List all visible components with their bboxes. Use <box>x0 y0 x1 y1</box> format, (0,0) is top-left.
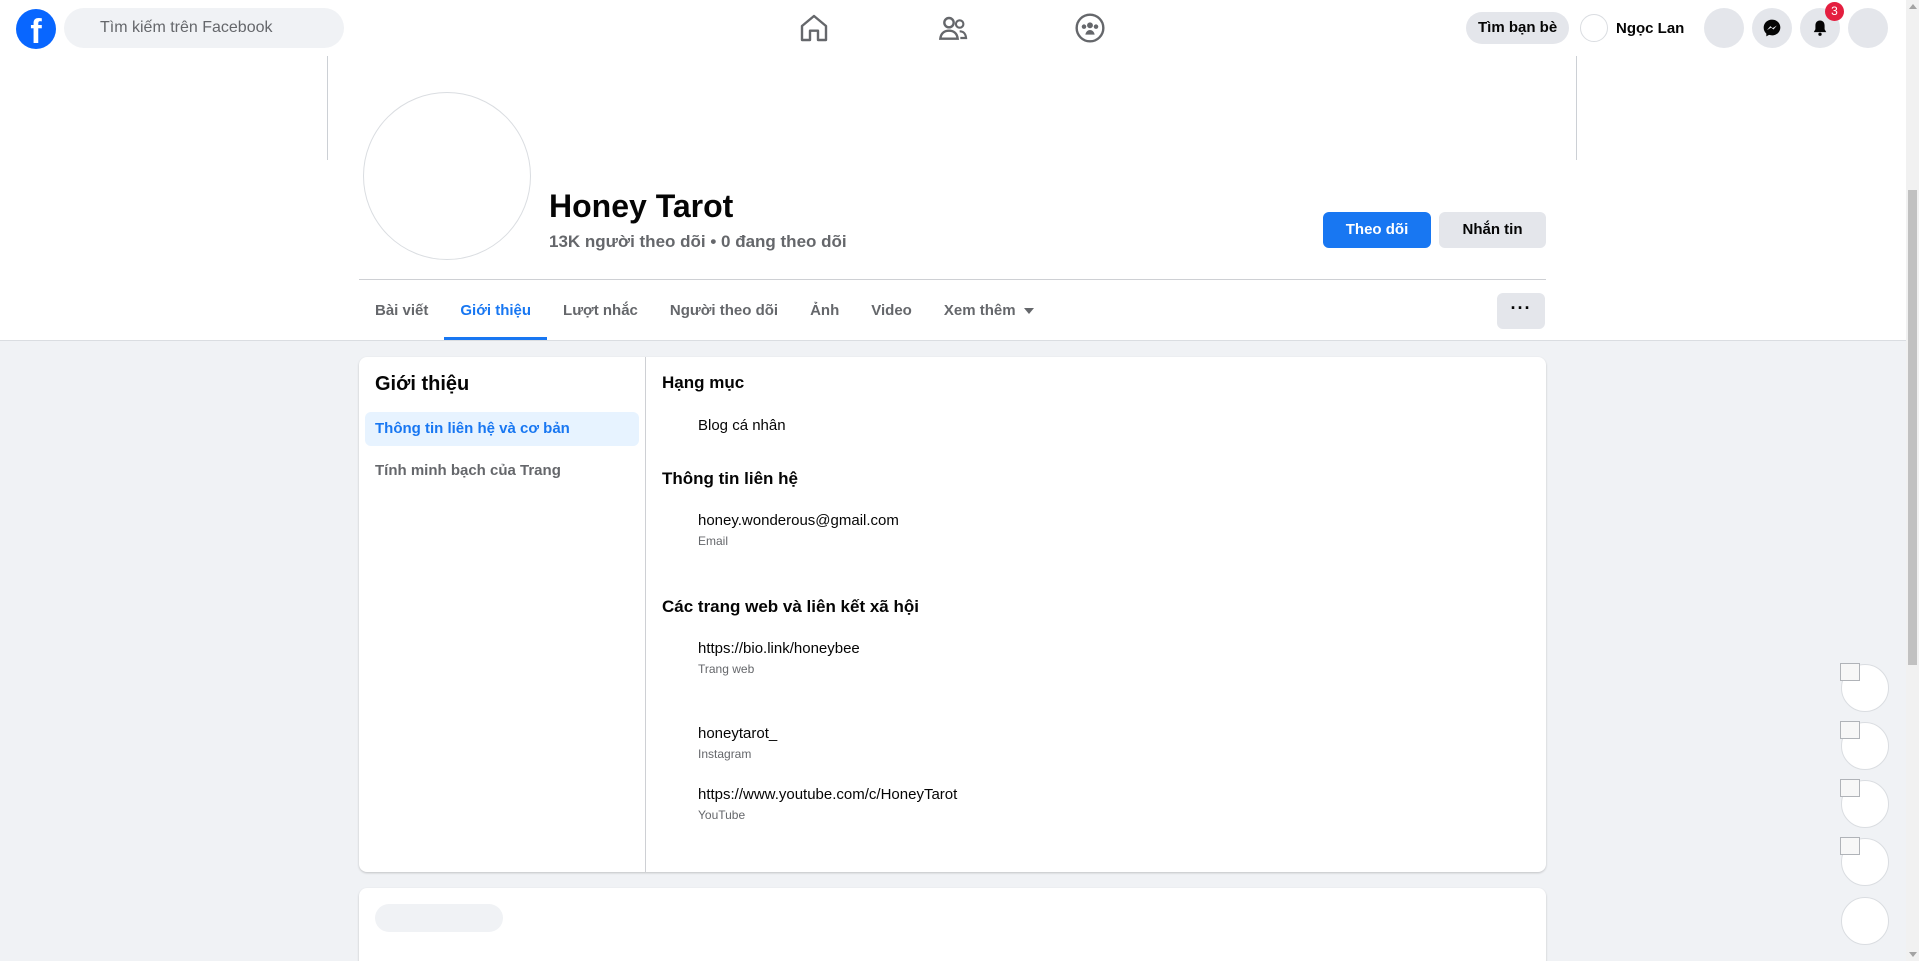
scrollbar-thumb[interactable] <box>1908 190 1917 665</box>
about-title: Giới thiệu <box>375 373 470 395</box>
page-avatar[interactable] <box>363 92 531 260</box>
follow-button[interactable]: Theo dõi <box>1323 212 1431 248</box>
email-value[interactable]: honey.wonderous@gmail.com <box>698 512 899 529</box>
tab-mentions[interactable]: Lượt nhắc <box>547 282 654 340</box>
category-heading: Hạng mục <box>662 373 745 392</box>
profile-name: Ngọc Lan <box>1616 19 1685 37</box>
header-divider <box>359 279 1546 280</box>
facebook-logo-icon[interactable]: f <box>16 9 56 49</box>
tab-posts[interactable]: Bài viết <box>359 282 444 340</box>
chat-head[interactable] <box>1840 837 1889 886</box>
tab-label: Bài viết <box>375 302 429 319</box>
friends-icon[interactable] <box>937 12 969 44</box>
sidebar-item-page-transparency[interactable]: Tính minh bạch của Trang <box>365 454 639 488</box>
avatar <box>1580 14 1608 42</box>
youtube-label: YouTube <box>698 808 746 822</box>
profile-tabs: Bài viết Giới thiệu Lượt nhắc Người theo… <box>359 282 1050 340</box>
instagram-label: Instagram <box>698 747 752 761</box>
chat-head[interactable] <box>1840 779 1889 828</box>
contact-heading: Thông tin liên hệ <box>662 469 798 488</box>
tab-followers[interactable]: Người theo dõi <box>654 282 794 340</box>
loading-skeleton <box>375 904 503 932</box>
links-heading: Các trang web và liên kết xã hội <box>662 597 919 616</box>
sidebar-item-contact-basic-info[interactable]: Thông tin liên hệ và cơ bản <box>365 412 639 446</box>
loading-card <box>359 888 1546 961</box>
tab-label: Giới thiệu <box>460 302 532 319</box>
cover-photo-edge <box>1576 56 1577 160</box>
message-button[interactable]: Nhắn tin <box>1439 212 1546 248</box>
follower-stats[interactable]: 13K người theo dõi • 0 đang theo dõi <box>549 232 847 252</box>
home-icon[interactable] <box>798 12 830 44</box>
tab-about[interactable]: Giới thiệu <box>444 282 547 340</box>
new-message-button[interactable] <box>1841 897 1889 945</box>
messenger-icon <box>1763 19 1781 37</box>
profile-shortcut[interactable]: Ngọc Lan <box>1580 12 1684 44</box>
scroll-up-arrow-icon[interactable] <box>1909 4 1917 9</box>
youtube-link[interactable]: https://www.youtube.com/c/HoneyTarot <box>698 786 957 803</box>
account-button[interactable] <box>1848 8 1888 48</box>
broken-image-icon <box>1840 663 1860 681</box>
page-title: Honey Tarot <box>549 188 734 224</box>
tab-videos[interactable]: Video <box>855 282 928 340</box>
email-label: Email <box>698 534 729 548</box>
bell-icon <box>1813 20 1827 36</box>
tab-label: Ảnh <box>810 302 840 319</box>
search-placeholder: Tìm kiếm trên Facebook <box>100 19 273 36</box>
top-navigation-bar: f Tìm kiếm trên Facebook Tìm bạn bè Ngọc… <box>0 0 1906 56</box>
search-input[interactable]: Tìm kiếm trên Facebook <box>64 8 344 48</box>
about-sidebar: Giới thiệu Thông tin liên hệ và cơ bản T… <box>359 357 646 872</box>
broken-image-icon <box>1840 837 1860 855</box>
website-label: Trang web <box>698 662 755 676</box>
scroll-down-arrow-icon[interactable] <box>1909 952 1917 957</box>
page-scrollbar[interactable] <box>1906 0 1919 961</box>
tab-label: Lượt nhắc <box>563 302 638 319</box>
caret-down-icon <box>1023 308 1034 315</box>
menu-button[interactable] <box>1704 8 1744 48</box>
cover-photo-edge <box>327 56 328 160</box>
messenger-button[interactable] <box>1752 8 1792 48</box>
broken-image-icon <box>1840 721 1860 739</box>
header-bottom-border <box>0 340 1906 341</box>
notifications-button[interactable]: 3 <box>1800 2 1844 48</box>
instagram-link[interactable]: honeytarot_ <box>698 725 777 742</box>
tab-see-more[interactable]: Xem thêm <box>928 282 1050 340</box>
chat-head[interactable] <box>1840 663 1889 712</box>
more-options-button[interactable]: ··· <box>1497 293 1545 329</box>
notification-badge: 3 <box>1825 2 1844 21</box>
tab-label: Xem thêm <box>943 302 1016 319</box>
broken-image-icon <box>1840 779 1860 797</box>
chat-head[interactable] <box>1840 721 1889 770</box>
find-friends-button[interactable]: Tìm bạn bè <box>1466 12 1570 44</box>
about-card: Giới thiệu Thông tin liên hệ và cơ bản T… <box>359 357 1546 872</box>
tab-photos[interactable]: Ảnh <box>794 282 855 340</box>
tab-label: Video <box>871 302 912 319</box>
groups-icon[interactable] <box>1074 12 1106 44</box>
category-value: Blog cá nhân <box>698 417 786 434</box>
tab-label: Người theo dõi <box>669 302 779 319</box>
website-link[interactable]: https://bio.link/honeybee <box>698 640 860 657</box>
